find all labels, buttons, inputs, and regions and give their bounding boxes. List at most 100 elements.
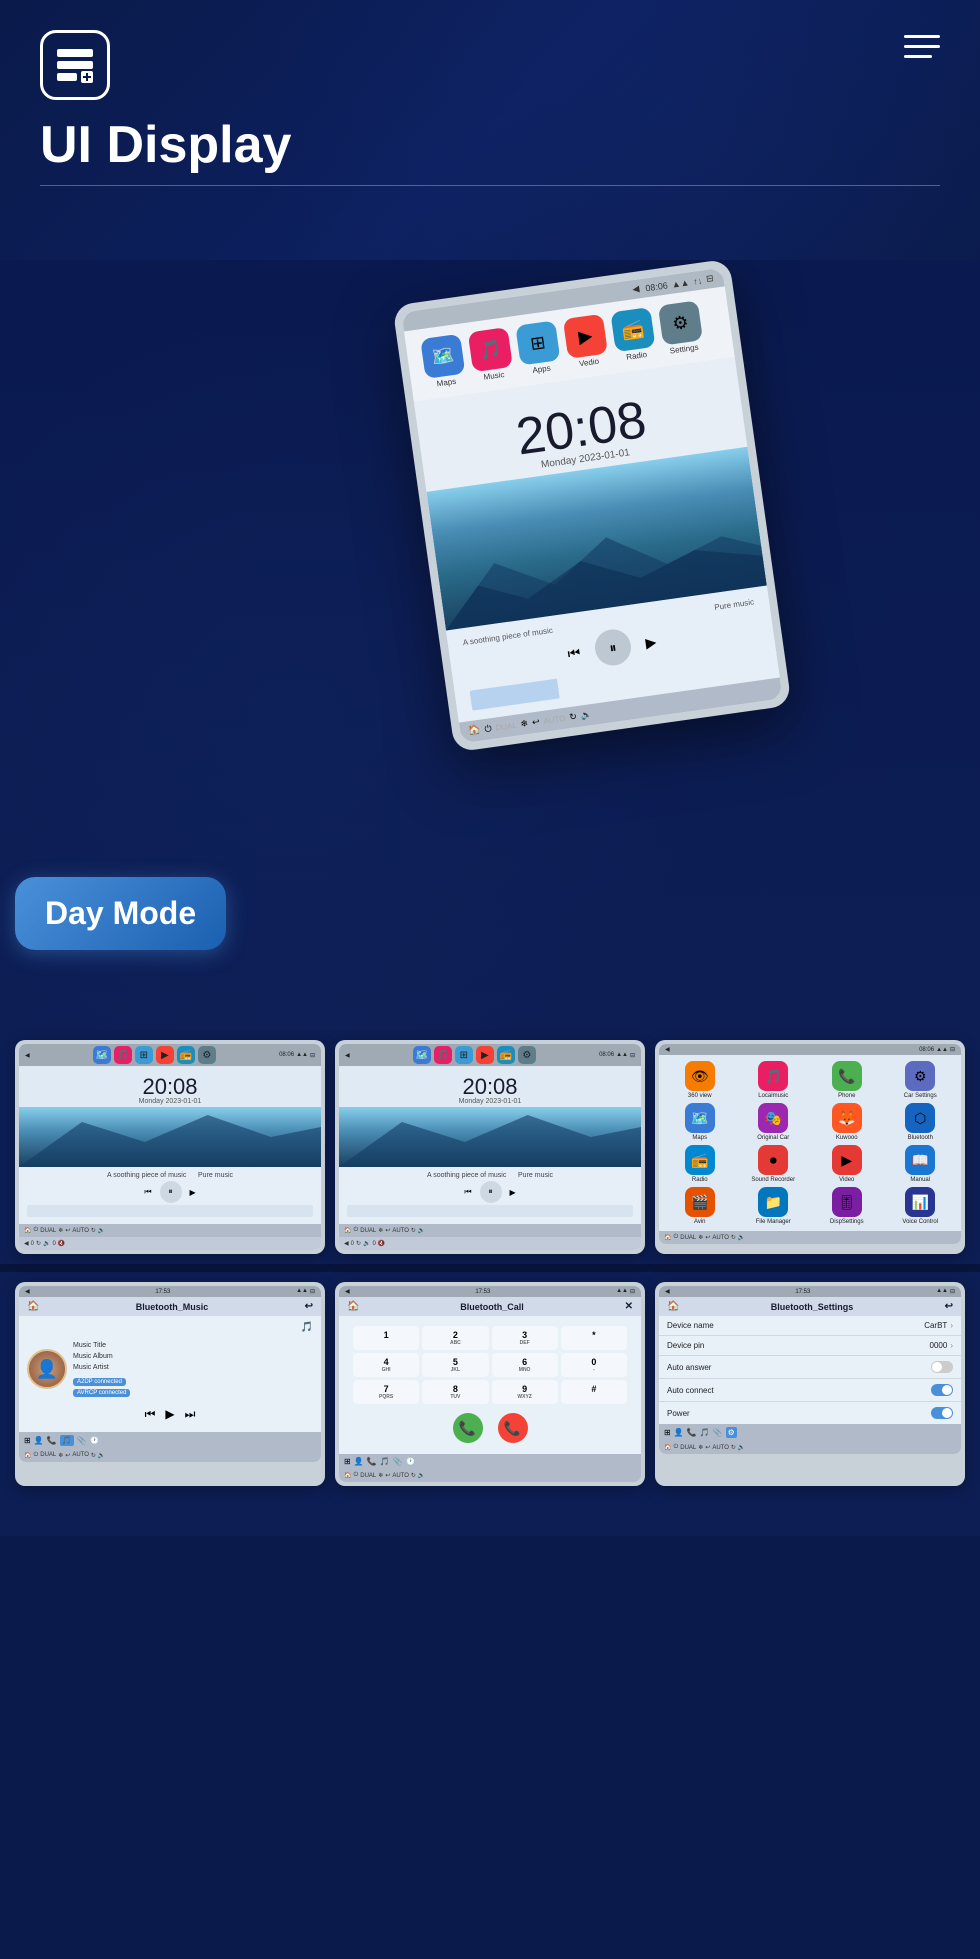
bt1-nav-loop[interactable]: ↩ bbox=[65, 1452, 70, 1459]
bt3-music-icon2[interactable]: 🎵 bbox=[700, 1428, 710, 1437]
bt2-nav-rotate[interactable]: ↻ bbox=[411, 1472, 416, 1479]
settings-device-pin-chevron[interactable]: › bbox=[950, 1341, 953, 1350]
bt1-music-icon2[interactable]: 🎵 bbox=[60, 1435, 74, 1446]
dial-5[interactable]: 5JKL bbox=[422, 1353, 488, 1377]
sp2-nav-home[interactable]: 🏠 bbox=[344, 1227, 351, 1234]
sp1-nav-loop[interactable]: ↩ bbox=[65, 1227, 70, 1234]
bt3-home-icon[interactable]: 🏠 bbox=[667, 1301, 679, 1312]
bt2-grid-icon[interactable]: ⊞ bbox=[344, 1457, 351, 1466]
sp2-mute[interactable]: 🔇 bbox=[378, 1240, 385, 1247]
dial-9[interactable]: 9WXYZ bbox=[492, 1380, 558, 1404]
ag-manual[interactable]: 📖 Manual bbox=[886, 1145, 956, 1183]
sp3-nav-home[interactable]: 🏠 bbox=[664, 1234, 671, 1241]
bt2-nav-home[interactable]: 🏠 bbox=[344, 1472, 351, 1479]
ag-voicecontrol[interactable]: 📊 Voice Control bbox=[886, 1187, 956, 1225]
bt3-nav-home[interactable]: 🏠 bbox=[664, 1444, 671, 1451]
next-icon[interactable]: ▶ bbox=[644, 633, 657, 651]
bt1-nav-power[interactable]: ⏻ bbox=[33, 1452, 38, 1459]
sp1-mute[interactable]: 🔇 bbox=[58, 1240, 65, 1247]
sp2-back2[interactable]: ◀ bbox=[344, 1240, 349, 1247]
app-apps[interactable]: ⊞ Apps bbox=[515, 320, 562, 376]
nav-loop[interactable]: ↩ bbox=[531, 716, 540, 728]
auto-connect-toggle[interactable] bbox=[931, 1384, 953, 1396]
bt3-grid-icon[interactable]: ⊞ bbox=[664, 1428, 671, 1437]
sp1-nav-vol[interactable]: 🔊 bbox=[98, 1227, 105, 1234]
bt1-nav-rotate[interactable]: ↻ bbox=[91, 1452, 96, 1459]
dial-7[interactable]: 7PQRS bbox=[353, 1380, 419, 1404]
nav-vol[interactable]: 🔊 bbox=[580, 709, 593, 721]
bt2-nav-loop[interactable]: ↩ bbox=[385, 1472, 390, 1479]
dial-hash[interactable]: # bbox=[561, 1380, 627, 1404]
sp3-nav-power[interactable]: ⏻ bbox=[673, 1234, 678, 1241]
bt1-nav-vol[interactable]: 🔊 bbox=[98, 1452, 105, 1459]
bt2-user-icon[interactable]: 👤 bbox=[354, 1457, 364, 1466]
bt2-clock-icon[interactable]: 🕐 bbox=[406, 1457, 416, 1466]
bt1-clock-icon[interactable]: 🕐 bbox=[90, 1436, 100, 1445]
sp1-music[interactable]: 🎵 bbox=[114, 1046, 132, 1064]
bt2-close-icon[interactable]: ✕ bbox=[625, 1301, 633, 1312]
sp2-vol2[interactable]: 🔊 bbox=[363, 1240, 370, 1247]
sp2-nav-loop[interactable]: ↩ bbox=[385, 1227, 390, 1234]
bt1-nav-ac[interactable]: ❄ bbox=[58, 1452, 63, 1459]
auto-answer-toggle[interactable] bbox=[931, 1361, 953, 1373]
bt3-nav-power[interactable]: ⏻ bbox=[673, 1444, 678, 1451]
bt3-back-btn[interactable]: ↩ bbox=[945, 1301, 953, 1312]
sp2-maps[interactable]: 🗺️ bbox=[413, 1046, 431, 1064]
ag-bluetooth[interactable]: ⬡ Bluetooth bbox=[886, 1103, 956, 1141]
sp2-nav-ac[interactable]: ❄ bbox=[378, 1227, 383, 1234]
sp2-nav-power[interactable]: ⏻ bbox=[353, 1227, 358, 1234]
sp2-prev[interactable]: ⏮ bbox=[464, 1187, 471, 1197]
prev-icon[interactable]: ⏮ bbox=[567, 644, 582, 663]
dial-6[interactable]: 6MNO bbox=[492, 1353, 558, 1377]
nav-power[interactable]: ⏻ bbox=[484, 723, 493, 735]
sp1-pause[interactable]: ⏸ bbox=[160, 1181, 182, 1203]
ag-maps[interactable]: 🗺️ Maps bbox=[665, 1103, 735, 1141]
sp2-settings[interactable]: ⚙ bbox=[518, 1046, 536, 1064]
sp2-br[interactable]: ↻ bbox=[356, 1240, 361, 1247]
bt3-nav-ac[interactable]: ❄ bbox=[698, 1444, 703, 1451]
menu-icon[interactable] bbox=[904, 35, 940, 58]
sp1-radio[interactable]: 📻 bbox=[177, 1046, 195, 1064]
bt1-home-icon[interactable]: 🏠 bbox=[27, 1301, 39, 1312]
bt1-phone-icon[interactable]: 📞 bbox=[47, 1436, 57, 1445]
app-radio[interactable]: 📻 Radio bbox=[610, 307, 657, 363]
bt2-nav-power[interactable]: ⏻ bbox=[353, 1472, 358, 1479]
bt3-nav-vol[interactable]: 🔊 bbox=[738, 1444, 745, 1451]
bt1-grid-icon[interactable]: ⊞ bbox=[24, 1436, 31, 1445]
end-call-button[interactable]: 📞 bbox=[498, 1413, 528, 1443]
dial-3[interactable]: 3DEF bbox=[492, 1326, 558, 1350]
app-settings[interactable]: ⚙ Settings bbox=[658, 300, 705, 356]
dial-1[interactable]: 1 bbox=[353, 1326, 419, 1350]
sp1-apps[interactable]: ⊞ bbox=[135, 1046, 153, 1064]
pause-button[interactable]: ⏸ bbox=[593, 627, 634, 668]
sp1-nav-ac[interactable]: ❄ bbox=[58, 1227, 63, 1234]
nav-home[interactable]: 🏠 bbox=[468, 725, 482, 738]
sp1-nav-home[interactable]: 🏠 bbox=[24, 1227, 31, 1234]
sp2-vedio[interactable]: ▶ bbox=[476, 1046, 494, 1064]
app-music[interactable]: 🎵 Music bbox=[468, 327, 515, 383]
bt1-next[interactable]: ⏭ bbox=[185, 1407, 196, 1422]
sp3-nav-rotate[interactable]: ↻ bbox=[731, 1234, 736, 1241]
sp1-vedio[interactable]: ▶ bbox=[156, 1046, 174, 1064]
bt3-nav-rotate[interactable]: ↻ bbox=[731, 1444, 736, 1451]
ag-carsettings[interactable]: ⚙ Car Settings bbox=[886, 1061, 956, 1099]
bt1-play[interactable]: ▶ bbox=[165, 1407, 174, 1421]
ag-soundrecorder[interactable]: ⏺ Sound Recorder bbox=[739, 1145, 809, 1183]
bt2-clip-icon[interactable]: 📎 bbox=[393, 1457, 403, 1466]
sp2-nav-vol[interactable]: 🔊 bbox=[418, 1227, 425, 1234]
sp3-nav-vol[interactable]: 🔊 bbox=[738, 1234, 745, 1241]
nav-rotate[interactable]: ↻ bbox=[569, 711, 578, 723]
ag-360view[interactable]: 👁 360 view bbox=[665, 1061, 735, 1099]
power-toggle[interactable] bbox=[931, 1407, 953, 1419]
sp1-nav-power[interactable]: ⏻ bbox=[33, 1227, 38, 1234]
sp1-maps[interactable]: 🗺️ bbox=[93, 1046, 111, 1064]
bt1-nav-home[interactable]: 🏠 bbox=[24, 1452, 31, 1459]
bt2-nav-vol[interactable]: 🔊 bbox=[418, 1472, 425, 1479]
bt2-nav-ac[interactable]: ❄ bbox=[378, 1472, 383, 1479]
ag-originalcar[interactable]: 🎭 Original Car bbox=[739, 1103, 809, 1141]
ag-phone[interactable]: 📞 Phone bbox=[812, 1061, 882, 1099]
dial-2[interactable]: 2ABC bbox=[422, 1326, 488, 1350]
bt2-phone-icon[interactable]: 📞 bbox=[367, 1457, 377, 1466]
bt3-phone-icon[interactable]: 📞 bbox=[687, 1428, 697, 1437]
sp1-nav-rotate[interactable]: ↻ bbox=[91, 1227, 96, 1234]
